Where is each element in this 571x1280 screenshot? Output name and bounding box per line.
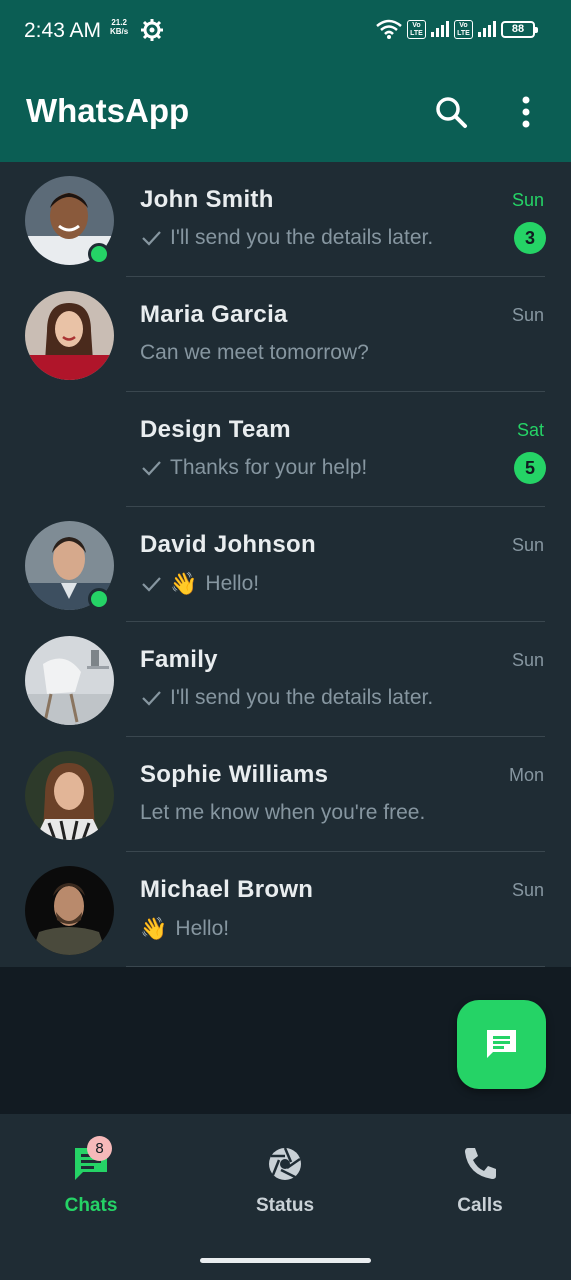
chat-time: Sun bbox=[511, 880, 544, 900]
check-icon bbox=[142, 231, 161, 246]
check-icon bbox=[142, 461, 161, 476]
tab-calls[interactable]: Calls bbox=[400, 1142, 560, 1217]
battery-icon: 88 bbox=[501, 20, 538, 38]
more-vertical-icon[interactable] bbox=[512, 95, 540, 129]
tab-calls-label: Calls bbox=[457, 1195, 503, 1216]
chat-time: Sun bbox=[511, 190, 544, 210]
avatar-maria-garcia[interactable] bbox=[25, 291, 114, 380]
chat-name: John Smith bbox=[140, 186, 274, 213]
avatar-john-smith[interactable] bbox=[25, 176, 114, 265]
network-speed-unit: KB/s bbox=[110, 27, 129, 36]
signal-icon-2 bbox=[478, 21, 496, 37]
tab-status[interactable]: Status bbox=[205, 1142, 365, 1217]
chat-preview: 👋 Hello! bbox=[140, 916, 229, 942]
tab-chats[interactable]: 8 Chats bbox=[11, 1136, 171, 1217]
chat-row-david-johnson[interactable]: David Johnson 👋 Hello! Sun bbox=[0, 507, 571, 622]
status-icons: Vo LTE Vo LTE 88 bbox=[376, 19, 538, 39]
bottom-nav: 8 Chats Status Calls bbox=[0, 1114, 571, 1280]
chat-preview: 👋 Hello! bbox=[140, 571, 259, 597]
camera-aperture-icon bbox=[269, 1147, 301, 1180]
chat-time: Mon bbox=[508, 765, 544, 785]
chat-message: I'll send you the details later. bbox=[170, 226, 434, 249]
avatar-david-johnson[interactable] bbox=[25, 521, 114, 610]
avatar-photo bbox=[25, 751, 114, 841]
unread-badge: 3 bbox=[514, 222, 546, 254]
waving-hand-emoji: 👋 bbox=[140, 916, 168, 941]
chat-time: Sun bbox=[511, 535, 544, 555]
chat-preview: Thanks for your help! bbox=[140, 456, 367, 480]
avatar-michael-brown[interactable] bbox=[25, 866, 114, 955]
signal-icon-1 bbox=[431, 21, 449, 37]
status-bar: 2:43 AM 21.2 KB/s Vo LTE Vo LTE 88 bbox=[0, 0, 571, 62]
check-icon bbox=[142, 577, 161, 592]
online-indicator bbox=[88, 243, 110, 265]
chat-row-maria-garcia[interactable]: Maria Garcia Can we meet tomorrow? Sun bbox=[0, 277, 571, 392]
chat-message: I'll send you the details later. bbox=[170, 686, 434, 709]
volte-badge-1: Vo LTE bbox=[407, 19, 426, 39]
new-chat-button[interactable] bbox=[457, 1000, 546, 1089]
chat-row-design-team[interactable]: Design Team Thanks for your help! Sat 5 bbox=[0, 392, 571, 507]
tab-status-label: Status bbox=[255, 1195, 315, 1216]
chat-name: Maria Garcia bbox=[140, 301, 288, 328]
app-bar: WhatsApp bbox=[0, 62, 571, 162]
chat-message: Hello! bbox=[205, 572, 260, 595]
search-icon[interactable] bbox=[434, 95, 468, 129]
phone-icon bbox=[465, 1148, 496, 1179]
chats-unread-badge: 8 bbox=[87, 1136, 112, 1161]
chat-list: John Smith I'll send you the details lat… bbox=[0, 162, 571, 967]
status-time: 2:43 AM bbox=[24, 19, 102, 42]
volte-badge-2: Vo LTE bbox=[454, 19, 473, 39]
chat-preview: I'll send you the details later. bbox=[140, 226, 433, 250]
calls-tab-icon bbox=[460, 1142, 500, 1182]
chat-message: Can we meet tomorrow? bbox=[140, 341, 369, 364]
check-icon bbox=[142, 691, 161, 706]
chat-message: Thanks for your help! bbox=[170, 456, 368, 479]
online-indicator bbox=[88, 588, 110, 610]
chat-preview: I'll send you the details later. bbox=[140, 686, 433, 710]
chat-time: Sun bbox=[511, 305, 544, 325]
unread-badge: 5 bbox=[514, 452, 546, 484]
tab-chats-label: Chats bbox=[64, 1195, 118, 1216]
avatar-sophie-williams[interactable] bbox=[25, 751, 114, 841]
new-chat-icon bbox=[487, 1030, 516, 1058]
wifi-icon bbox=[376, 19, 402, 39]
home-gesture-bar[interactable] bbox=[200, 1258, 371, 1263]
chat-preview: Let me know when you're free. bbox=[140, 801, 425, 825]
divider bbox=[126, 966, 545, 967]
chat-row-michael-brown[interactable]: Michael Brown 👋 Hello! Sun bbox=[0, 852, 571, 967]
chat-name: Sophie Williams bbox=[140, 761, 329, 788]
chat-row-sophie-williams[interactable]: Sophie Williams Let me know when you're … bbox=[0, 737, 571, 852]
avatar-photo bbox=[25, 636, 114, 725]
chat-name: Michael Brown bbox=[140, 876, 314, 903]
app-title: WhatsApp bbox=[26, 92, 190, 129]
avatar-photo bbox=[25, 866, 114, 955]
chat-preview: Can we meet tomorrow? bbox=[140, 341, 369, 365]
chat-name: Family bbox=[140, 646, 218, 673]
chats-tab-icon: 8 bbox=[71, 1136, 112, 1182]
chat-message: Hello! bbox=[175, 917, 230, 940]
network-speed-value: 21.2 bbox=[111, 18, 127, 27]
chat-row-family[interactable]: Family I'll send you the details later. … bbox=[0, 622, 571, 737]
chat-time: Sun bbox=[511, 650, 544, 670]
chat-row-john-smith[interactable]: John Smith I'll send you the details lat… bbox=[0, 162, 571, 277]
waving-hand-emoji: 👋 bbox=[170, 571, 198, 596]
settings-gear-icon bbox=[141, 19, 163, 41]
chat-name: Design Team bbox=[140, 416, 291, 443]
status-tab-icon bbox=[265, 1142, 305, 1182]
chat-time: Sat bbox=[516, 420, 544, 440]
chat-name: David Johnson bbox=[140, 531, 316, 558]
avatar-family[interactable] bbox=[25, 636, 114, 725]
chat-message: Let me know when you're free. bbox=[140, 801, 426, 824]
avatar-photo bbox=[25, 291, 114, 380]
network-speed: 21.2 KB/s bbox=[110, 18, 128, 36]
